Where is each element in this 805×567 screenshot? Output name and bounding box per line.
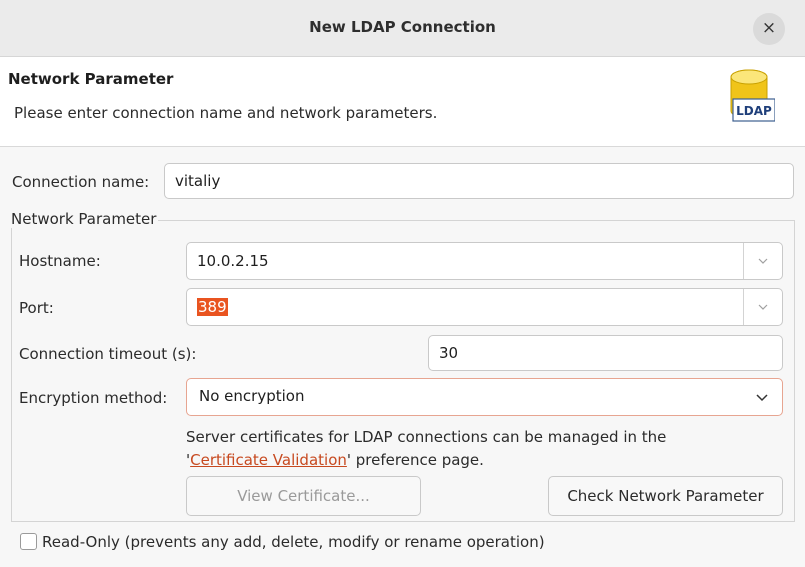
timeout-input[interactable]: 30: [428, 335, 783, 371]
ldap-icon-text: LDAP: [736, 104, 772, 118]
check-network-parameter-button[interactable]: Check Network Parameter: [548, 476, 783, 516]
port-label: Port:: [19, 299, 54, 317]
network-parameter-group-label: Network Parameter: [11, 210, 159, 228]
header-title: Network Parameter: [8, 70, 174, 88]
encryption-method-select[interactable]: No encryption: [186, 378, 783, 416]
hostname-value: 10.0.2.15: [197, 252, 269, 270]
port-dropdown-button[interactable]: [743, 289, 782, 325]
chevron-down-icon: [758, 304, 768, 310]
note-line-2: 'Certificate Validation' preference page…: [186, 449, 666, 472]
wizard-header: Network Parameter Please enter connectio…: [0, 57, 805, 147]
certificate-validation-link[interactable]: Certificate Validation: [190, 451, 347, 469]
ldap-database-icon: LDAP: [730, 69, 775, 122]
encryption-label: Encryption method:: [19, 389, 168, 407]
timeout-label: Connection timeout (s):: [19, 345, 197, 363]
connection-name-input[interactable]: vitaliy: [164, 163, 794, 199]
note-line-2-rest: ' preference page.: [346, 451, 484, 469]
read-only-checkbox[interactable]: [20, 533, 37, 550]
note-line-1: Server certificates for LDAP connections…: [186, 428, 667, 446]
window-title: New LDAP Connection: [309, 18, 496, 36]
hostname-label: Hostname:: [19, 252, 101, 270]
view-certificate-button[interactable]: View Certificate...: [186, 476, 421, 516]
port-combo[interactable]: 389: [186, 288, 783, 326]
chevron-down-icon: [758, 258, 768, 264]
connection-name-label: Connection name:: [12, 173, 150, 191]
encryption-value: No encryption: [199, 387, 305, 405]
chevron-down-icon: [756, 379, 768, 428]
timeout-value: 30: [439, 344, 459, 362]
read-only-label: Read-Only (prevents any add, delete, mod…: [42, 533, 545, 551]
header-description: Please enter connection name and network…: [14, 104, 438, 122]
connection-name-value: vitaliy: [175, 172, 221, 190]
certificate-note: Server certificates for LDAP connections…: [186, 426, 666, 472]
hostname-combo[interactable]: 10.0.2.15: [186, 242, 783, 280]
port-value: 389: [197, 298, 228, 316]
close-button[interactable]: ×: [753, 13, 785, 45]
close-icon: ×: [761, 18, 777, 38]
hostname-dropdown-button[interactable]: [743, 243, 782, 279]
title-bar: New LDAP Connection ×: [0, 0, 805, 57]
